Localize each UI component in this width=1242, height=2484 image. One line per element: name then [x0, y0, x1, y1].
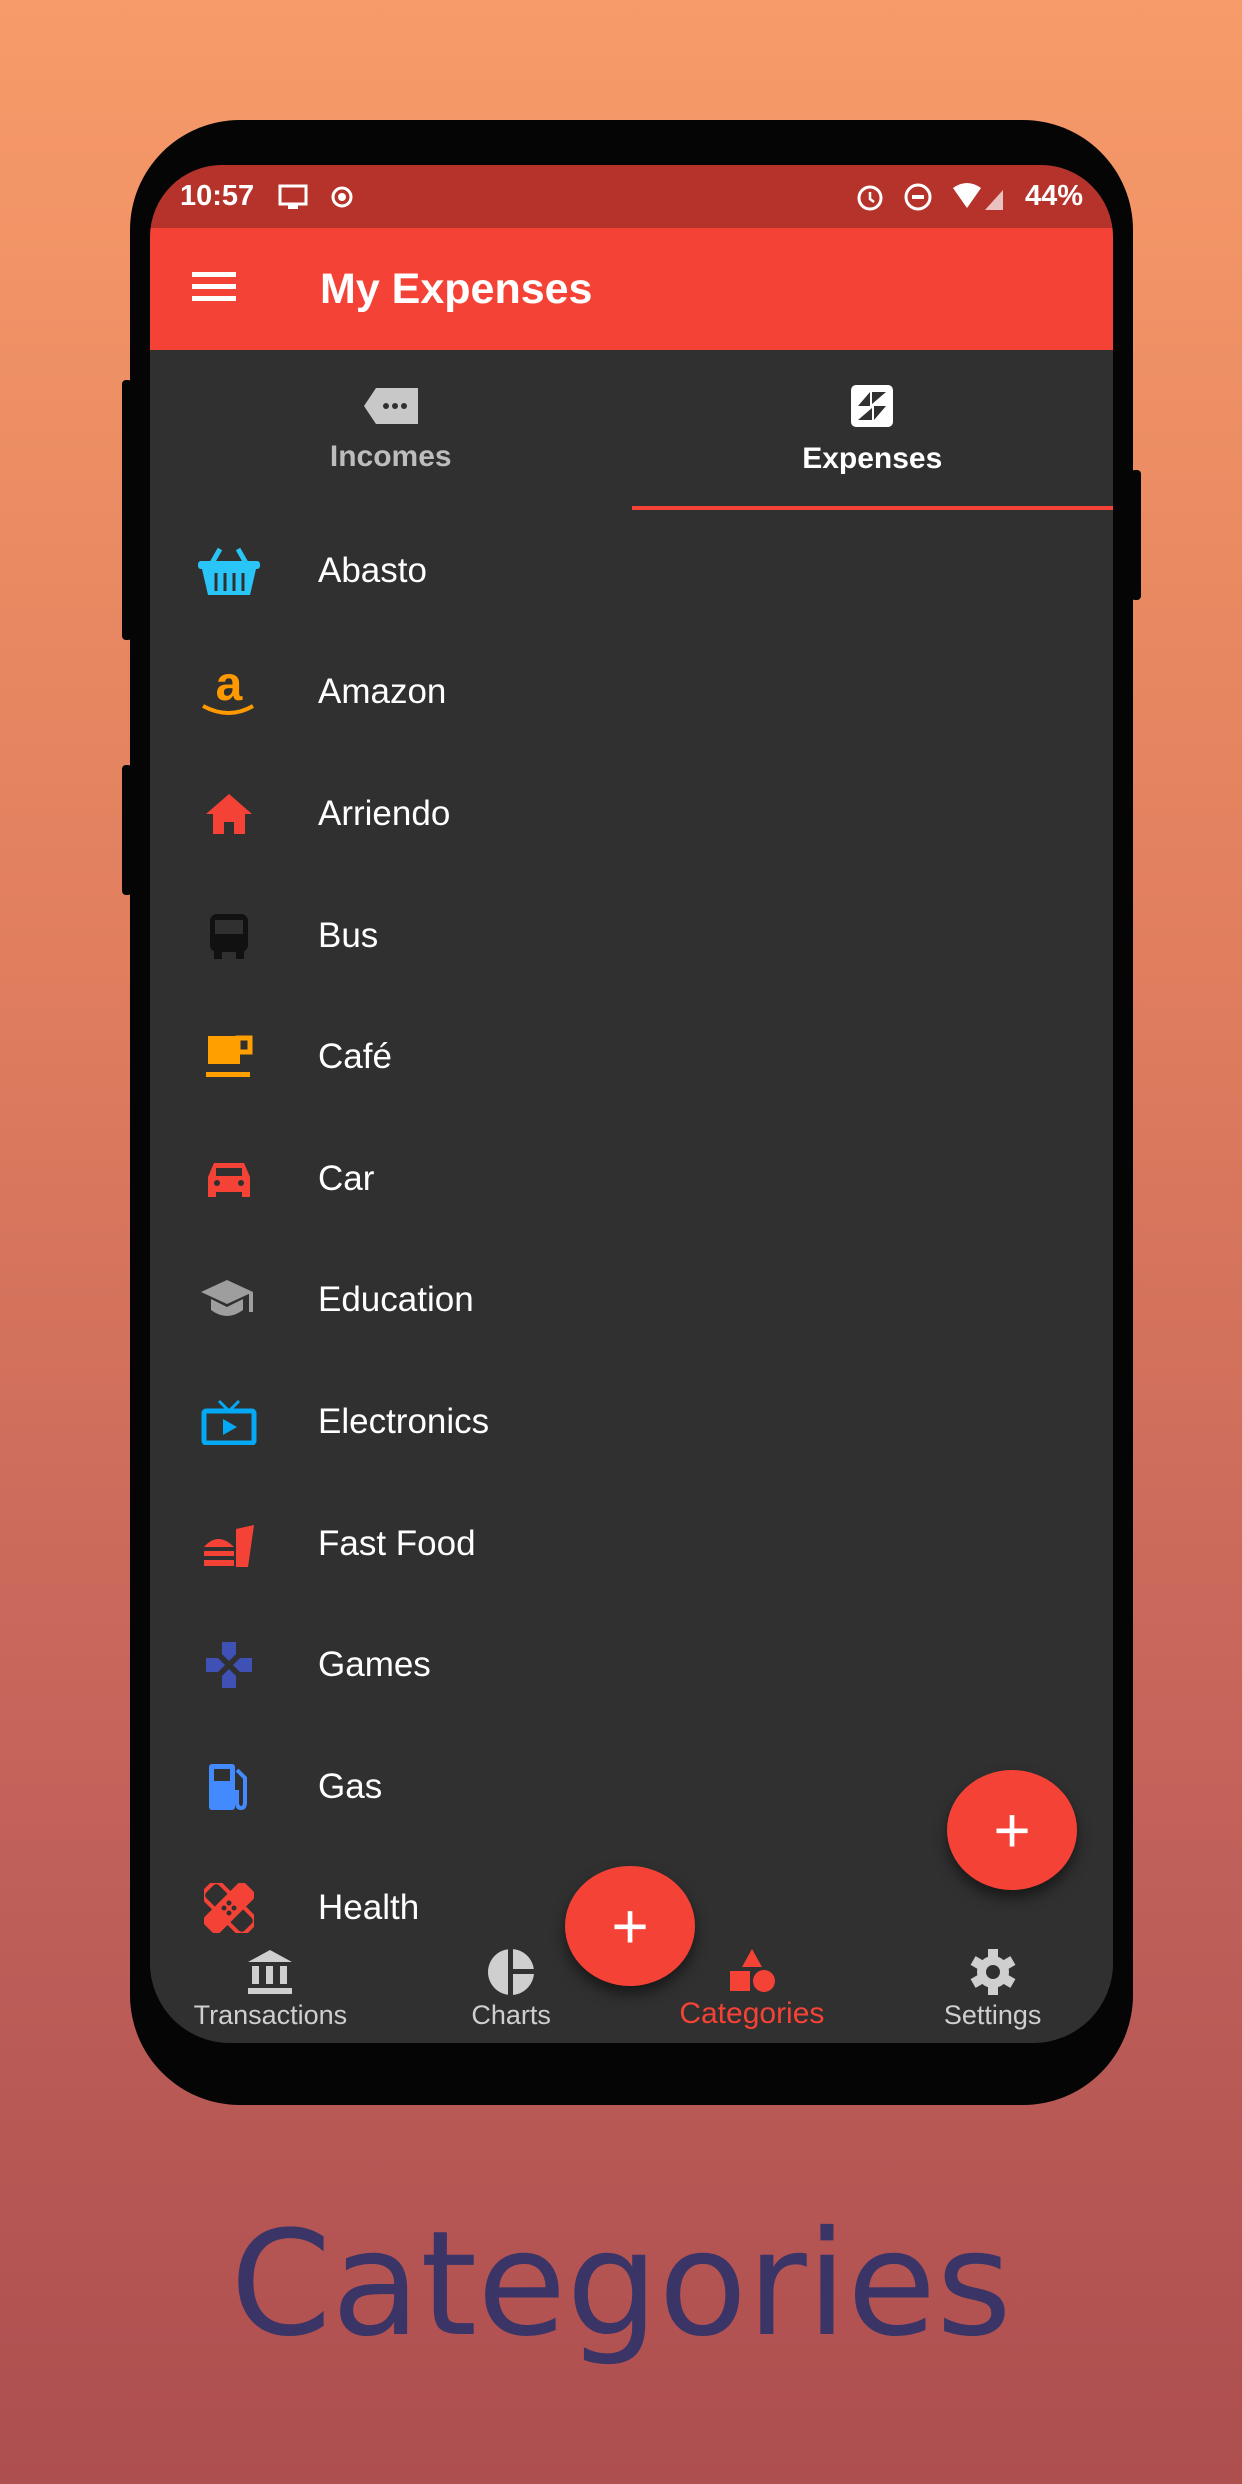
- nav-transactions[interactable]: Transactions: [150, 1935, 391, 2043]
- add-category-fab[interactable]: +: [947, 1770, 1077, 1890]
- tab-expenses[interactable]: Expenses: [632, 350, 1114, 510]
- promo-caption: Categories: [230, 2200, 1012, 2369]
- nav-label: Settings: [943, 2000, 1042, 2030]
- category-label: Abasto: [318, 550, 427, 590]
- record-icon: [331, 186, 353, 207]
- shapes-icon: [729, 1949, 775, 1992]
- volume-button: [122, 380, 132, 640]
- menu-button[interactable]: [150, 271, 320, 307]
- tab-label: Expenses: [802, 442, 943, 475]
- app-bar: My Expenses: [150, 228, 1113, 350]
- svg-text:a: a: [216, 664, 243, 711]
- alarm-icon: [857, 185, 883, 210]
- plus-icon: +: [993, 1794, 1031, 1866]
- add-transaction-fab[interactable]: +: [565, 1866, 695, 1986]
- bus-icon: [210, 913, 248, 959]
- car-icon: [208, 1162, 250, 1197]
- battery-level: 44%: [1024, 180, 1083, 212]
- fast-food-icon: [204, 1524, 254, 1567]
- category-label: Health: [318, 1888, 420, 1928]
- status-bar: 10:57 44%: [150, 165, 1113, 228]
- category-item-cafe[interactable]: Café: [150, 996, 1113, 1118]
- hamburger-icon: [192, 271, 236, 301]
- tab-incomes[interactable]: Incomes: [150, 350, 632, 510]
- plus-icon: +: [611, 1890, 649, 1962]
- category-label: Electronics: [318, 1401, 490, 1441]
- side-button: [122, 765, 132, 895]
- category-label: Arriendo: [318, 793, 451, 833]
- category-item-abasto[interactable]: Abasto: [150, 510, 1113, 632]
- category-label: Car: [318, 1158, 375, 1198]
- category-label: Games: [318, 1645, 431, 1685]
- nav-label: Charts: [471, 2000, 551, 2030]
- app-screen: 10:57 44% My Expenses Incomes Expenses A…: [150, 165, 1113, 2043]
- category-label: Education: [318, 1280, 474, 1320]
- bank-icon: [248, 1950, 293, 1994]
- nav-label: Categories: [679, 1997, 825, 2030]
- coffee-icon: [206, 1035, 253, 1078]
- amazon-icon: a: [202, 664, 255, 716]
- tv-icon: [201, 1399, 257, 1445]
- home-icon: [206, 793, 252, 834]
- category-item-fast-food[interactable]: Fast Food: [150, 1483, 1113, 1605]
- expand-arrows-icon: [851, 385, 894, 427]
- app-title: My Expenses: [320, 264, 593, 313]
- nav-label: Transactions: [193, 2000, 348, 2030]
- category-label: Fast Food: [318, 1523, 476, 1563]
- category-item-arriendo[interactable]: Arriendo: [150, 753, 1113, 875]
- nav-settings[interactable]: Settings: [872, 1935, 1113, 2043]
- wifi-signal-icon: [952, 182, 1003, 210]
- category-label: Bus: [318, 915, 379, 955]
- tab-bar: Incomes Expenses: [150, 350, 1113, 510]
- cast-icon: [278, 184, 308, 209]
- power-button: [1131, 470, 1141, 600]
- category-label: Gas: [318, 1766, 383, 1806]
- category-item-amazon[interactable]: a Amazon: [150, 632, 1113, 754]
- bandage-icon: [204, 1883, 254, 1934]
- category-label: Amazon: [318, 672, 447, 712]
- category-item-education[interactable]: Education: [150, 1240, 1113, 1362]
- gamepad-icon: [206, 1642, 252, 1689]
- gas-station-icon: [209, 1763, 247, 1810]
- category-item-games[interactable]: Games: [150, 1604, 1113, 1726]
- graduation-cap-icon: [201, 1280, 253, 1317]
- category-list: Abasto a Amazon Arriendo Bus Café Car Edu…: [150, 510, 1113, 1969]
- category-item-car[interactable]: Car: [150, 1118, 1113, 1240]
- status-time: 10:57: [180, 180, 255, 212]
- label-tag-icon: [363, 388, 418, 424]
- tab-label: Incomes: [329, 440, 452, 473]
- category-item-electronics[interactable]: Electronics: [150, 1361, 1113, 1483]
- gear-icon: [970, 1949, 1016, 1995]
- category-label: Café: [318, 1037, 392, 1077]
- dnd-icon: [904, 183, 932, 210]
- pie-chart-icon: [488, 1948, 536, 1996]
- category-item-bus[interactable]: Bus: [150, 875, 1113, 997]
- basket-icon: [198, 547, 260, 595]
